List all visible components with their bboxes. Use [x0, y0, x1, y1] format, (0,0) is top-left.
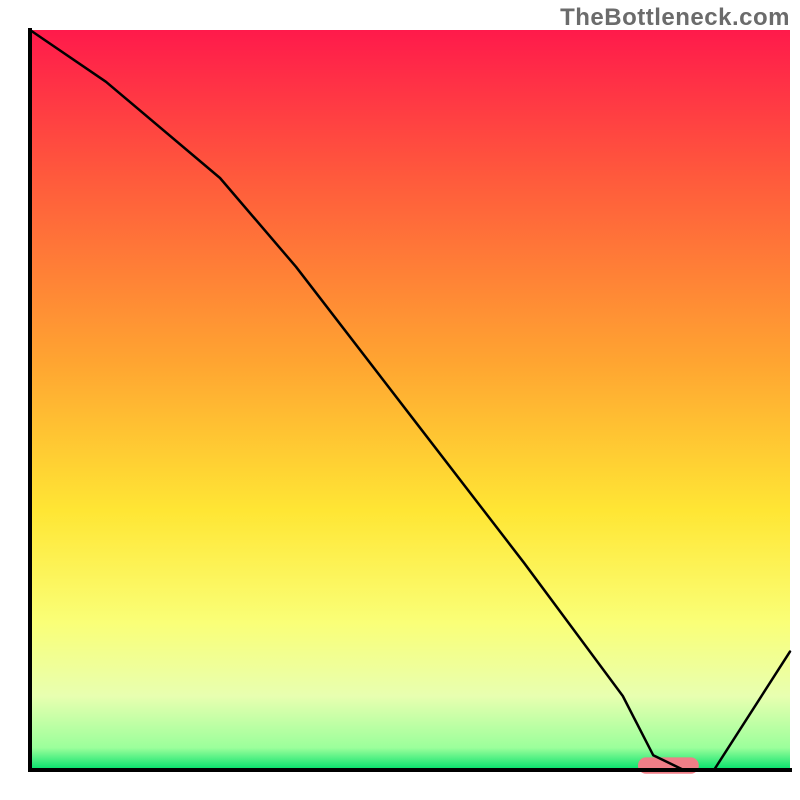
- chart-root: TheBottleneck.com: [0, 0, 800, 800]
- watermark-text: TheBottleneck.com: [560, 4, 790, 32]
- bottleneck-chart: [0, 0, 800, 800]
- plot-background: [30, 30, 790, 770]
